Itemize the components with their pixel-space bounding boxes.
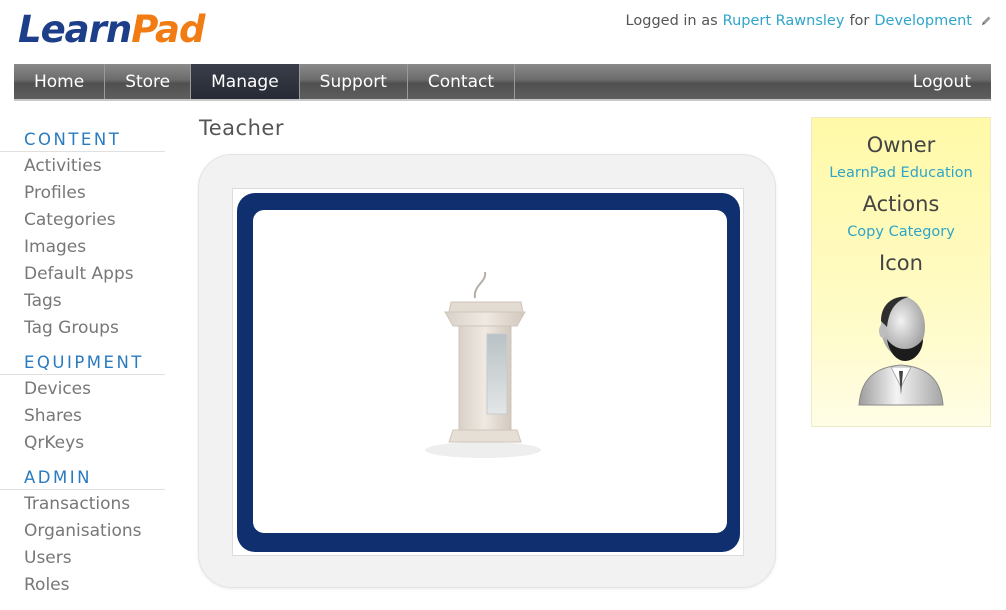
- icon-heading: Icon: [879, 251, 923, 275]
- logged-in-label: Logged in as: [625, 13, 718, 29]
- sidebar-section-title: CONTENT: [0, 128, 165, 152]
- nav-support[interactable]: Support: [300, 64, 408, 99]
- sidebar-item-shares[interactable]: Shares: [0, 404, 165, 431]
- sidebar: CONTENT Activities Profiles Categories I…: [0, 128, 165, 608]
- sidebar-section-title: EQUIPMENT: [0, 351, 165, 375]
- logo-text-learn: Learn: [18, 8, 132, 51]
- sidebar-item-transactions[interactable]: Transactions: [0, 492, 165, 519]
- teacher-avatar-icon: [858, 296, 944, 406]
- sidebar-item-activities[interactable]: Activities: [0, 154, 165, 181]
- sidebar-item-qrkeys[interactable]: QrKeys: [0, 431, 165, 458]
- sidebar-item-tag-groups[interactable]: Tag Groups: [0, 316, 165, 343]
- for-label: for: [849, 13, 870, 29]
- nav-contact[interactable]: Contact: [408, 64, 516, 99]
- nav-home[interactable]: Home: [14, 64, 106, 99]
- learnpad-logo[interactable]: LearnPad: [18, 8, 205, 52]
- page-title: Teacher: [199, 116, 284, 140]
- sidebar-section-title: ADMIN: [0, 466, 165, 490]
- podium-image: [425, 271, 541, 458]
- actions-heading: Actions: [862, 192, 940, 216]
- sidebar-item-categories[interactable]: Categories: [0, 208, 165, 235]
- logout-button[interactable]: Logout: [893, 64, 991, 99]
- category-info-panel: Owner LearnPad Education Actions Copy Ca…: [811, 117, 991, 427]
- sidebar-item-organisations[interactable]: Organisations: [0, 519, 165, 546]
- sidebar-item-profiles[interactable]: Profiles: [0, 181, 165, 208]
- sidebar-item-images[interactable]: Images: [0, 235, 165, 262]
- category-image-frame: [198, 154, 776, 588]
- sidebar-section-content: CONTENT Activities Profiles Categories I…: [0, 128, 165, 343]
- pencil-icon[interactable]: [980, 15, 992, 27]
- organisation-link[interactable]: Development: [874, 13, 972, 29]
- sidebar-item-tags[interactable]: Tags: [0, 289, 165, 316]
- sidebar-item-users[interactable]: Users: [0, 546, 165, 573]
- tablet-screen: [253, 210, 727, 533]
- owner-link[interactable]: LearnPad Education: [812, 161, 990, 189]
- user-link[interactable]: Rupert Rawnsley: [723, 13, 845, 29]
- logo-text-pad: Pad: [131, 8, 205, 51]
- tablet-frame: [237, 193, 740, 552]
- main-nav: Home Store Manage Support Contact Logout: [14, 64, 991, 101]
- sidebar-item-default-apps[interactable]: Default Apps: [0, 262, 165, 289]
- sidebar-section-admin: ADMIN Transactions Organisations Users R…: [0, 466, 165, 600]
- copy-category-link[interactable]: Copy Category: [812, 220, 990, 248]
- sidebar-item-devices[interactable]: Devices: [0, 377, 165, 404]
- nav-store[interactable]: Store: [105, 64, 192, 99]
- category-image[interactable]: [232, 188, 744, 556]
- sidebar-section-equipment: EQUIPMENT Devices Shares QrKeys: [0, 351, 165, 458]
- owner-heading: Owner: [866, 133, 936, 157]
- sidebar-item-roles[interactable]: Roles: [0, 573, 165, 600]
- nav-manage[interactable]: Manage: [191, 64, 300, 99]
- login-status: Logged in as Rupert Rawnsley for Develop…: [626, 13, 992, 29]
